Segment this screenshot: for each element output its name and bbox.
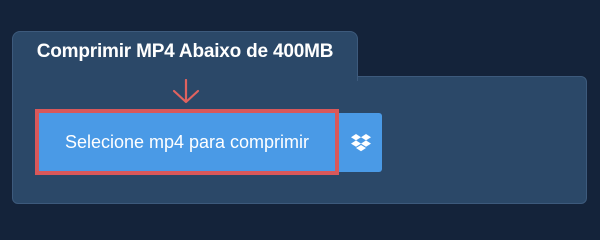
dropbox-button[interactable] bbox=[339, 113, 382, 172]
panel-title: Comprimir MP4 Abaixo de 400MB bbox=[36, 40, 334, 62]
dropbox-icon bbox=[350, 133, 371, 151]
arrow-down-icon bbox=[172, 79, 200, 104]
select-mp4-button[interactable]: Selecione mp4 para comprimir bbox=[35, 109, 339, 175]
select-mp4-label: Selecione mp4 para comprimir bbox=[64, 131, 310, 152]
panel-tab: Comprimir MP4 Abaixo de 400MB bbox=[12, 31, 358, 81]
